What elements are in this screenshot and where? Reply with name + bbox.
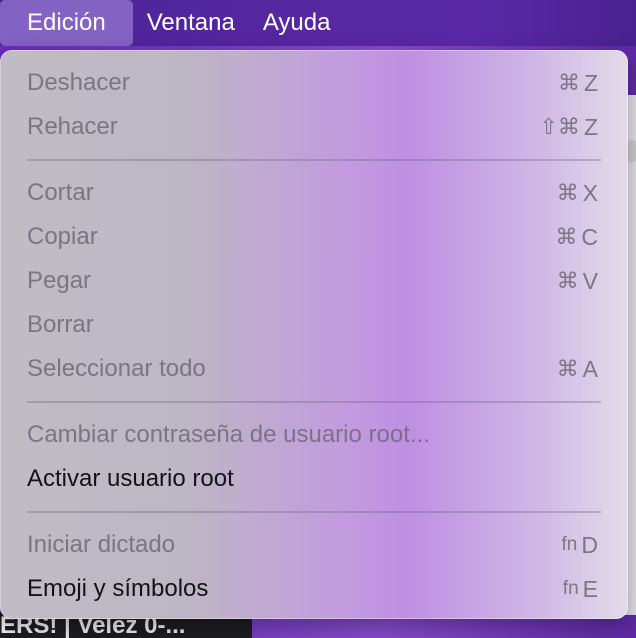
menubar-item-ventana[interactable]: Ventana bbox=[133, 0, 249, 46]
menu-item-label: Activar usuario root bbox=[27, 465, 234, 492]
menu-item-seleccionar-todo[interactable]: Seleccionar todo ⌘ A bbox=[0, 347, 628, 391]
shortcut: ⌘ V bbox=[557, 268, 598, 295]
menu-item-pegar[interactable]: Pegar ⌘ V bbox=[0, 259, 628, 303]
menu-item-activar-usuario-root[interactable]: Activar usuario root bbox=[0, 457, 628, 501]
fn-key-icon: fn bbox=[562, 578, 579, 599]
shift-command-key-icon: ⇧⌘ bbox=[539, 114, 580, 139]
shortcut-key: Z bbox=[583, 69, 598, 96]
shortcut: ⌘ Z bbox=[558, 70, 598, 97]
menu-item-label: Seleccionar todo bbox=[27, 355, 206, 382]
menubar-item-edicion[interactable]: Edición bbox=[0, 0, 133, 46]
shortcut: fn D bbox=[562, 532, 598, 559]
shortcut: ⌘ X bbox=[557, 180, 598, 207]
menu-item-rehacer[interactable]: Rehacer ⇧⌘ Z bbox=[0, 105, 628, 149]
shortcut-key: E bbox=[582, 575, 598, 602]
command-key-icon: ⌘ bbox=[556, 268, 579, 293]
menu-item-label: Rehacer bbox=[27, 113, 118, 140]
menu-bar: Edición Ventana Ayuda bbox=[0, 0, 636, 46]
command-key-icon: ⌘ bbox=[555, 224, 578, 249]
menu-item-label: Cambiar contraseña de usuario root... bbox=[27, 421, 430, 448]
menu-item-cortar[interactable]: Cortar ⌘ X bbox=[0, 171, 628, 215]
menu-item-deshacer[interactable]: Deshacer ⌘ Z bbox=[0, 61, 628, 105]
menu-item-label: Cortar bbox=[27, 179, 94, 206]
menu-item-label: Borrar bbox=[27, 311, 94, 338]
menu-item-label: Emoji y símbolos bbox=[27, 575, 209, 602]
menu-separator bbox=[0, 391, 628, 413]
menu-item-iniciar-dictado[interactable]: Iniciar dictado fn D bbox=[0, 523, 628, 567]
shortcut-key: A bbox=[582, 355, 598, 382]
command-key-icon: ⌘ bbox=[556, 356, 579, 381]
shortcut-key: D bbox=[581, 531, 598, 558]
menu-separator bbox=[0, 149, 628, 171]
shortcut: ⌘ C bbox=[555, 224, 598, 251]
shortcut: fn E bbox=[563, 576, 598, 603]
shortcut-key: X bbox=[582, 179, 598, 206]
shortcut-key: C bbox=[581, 223, 598, 250]
shortcut-key: Z bbox=[583, 113, 598, 140]
menu-separator bbox=[0, 501, 628, 523]
menu-item-label: Pegar bbox=[27, 267, 92, 294]
shortcut: ⌘ A bbox=[557, 356, 598, 383]
shortcut-key: V bbox=[582, 267, 598, 294]
menubar-item-ayuda[interactable]: Ayuda bbox=[249, 0, 345, 46]
menu-item-label: Deshacer bbox=[27, 69, 130, 96]
menu-item-cambiar-contrasena-root[interactable]: Cambiar contraseña de usuario root... bbox=[0, 413, 628, 457]
edit-menu-dropdown: Deshacer ⌘ Z Rehacer ⇧⌘ Z Cortar ⌘ X Cop… bbox=[0, 50, 628, 619]
menu-item-emoji-simbolos[interactable]: Emoji y símbolos fn E bbox=[0, 567, 628, 611]
menu-item-copiar[interactable]: Copiar ⌘ C bbox=[0, 215, 628, 259]
command-key-icon: ⌘ bbox=[557, 70, 580, 95]
shortcut: ⇧⌘ Z bbox=[540, 114, 599, 141]
fn-key-icon: fn bbox=[561, 534, 578, 555]
menu-item-label: Iniciar dictado bbox=[27, 531, 176, 558]
menu-item-label: Copiar bbox=[27, 223, 98, 250]
menu-item-borrar[interactable]: Borrar bbox=[0, 303, 628, 347]
command-key-icon: ⌘ bbox=[556, 180, 579, 205]
